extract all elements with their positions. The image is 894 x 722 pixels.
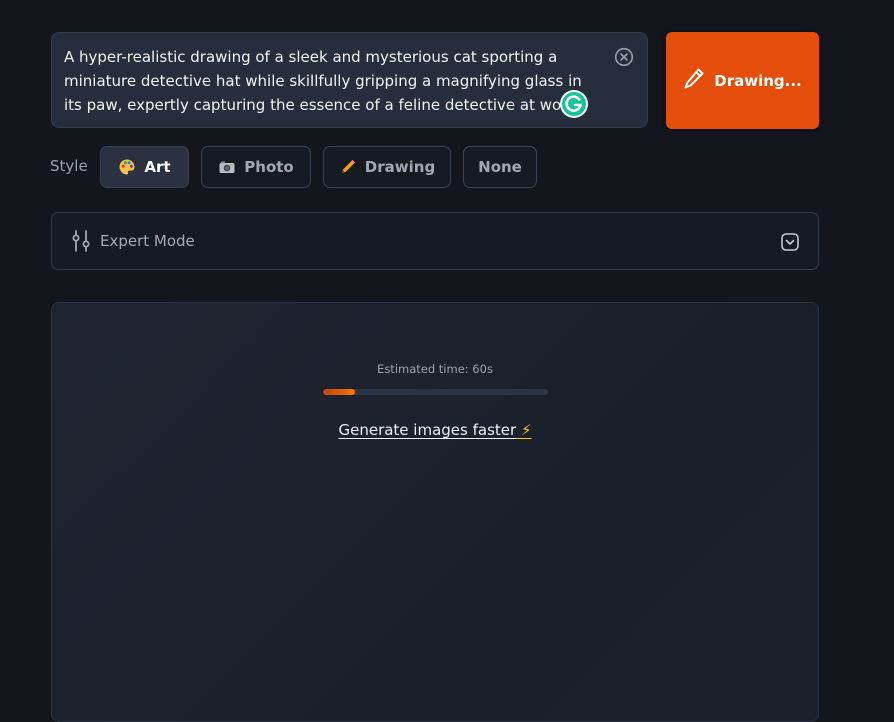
style-option-drawing[interactable]: Drawing bbox=[323, 146, 451, 188]
style-option-label: Photo bbox=[244, 158, 294, 176]
chevron-down-icon[interactable] bbox=[780, 232, 800, 252]
sliders-icon bbox=[71, 230, 91, 252]
progress-bar bbox=[323, 389, 548, 395]
style-option-label: None bbox=[478, 158, 522, 176]
expert-mode-toggle[interactable]: Expert Mode bbox=[51, 212, 819, 270]
palette-icon bbox=[118, 158, 136, 176]
camera-icon bbox=[218, 158, 236, 176]
pencil-icon bbox=[683, 67, 705, 95]
circle-x-icon[interactable] bbox=[614, 47, 634, 67]
style-option-label: Art bbox=[144, 158, 171, 176]
lightning-icon: ⚡ bbox=[516, 421, 532, 439]
pencil-icon bbox=[339, 158, 357, 176]
generate-button-label: Drawing... bbox=[714, 71, 802, 90]
style-label: Style bbox=[50, 157, 88, 175]
style-option-label: Drawing bbox=[364, 158, 436, 176]
image-output-panel: Estimated time: 60s Generate images fast… bbox=[51, 302, 819, 722]
style-option-art[interactable]: Art bbox=[100, 146, 189, 188]
prompt-input[interactable]: A hyper-realistic drawing of a sleek and… bbox=[51, 32, 648, 128]
generate-faster-label: Generate images faster bbox=[338, 421, 517, 439]
progress-fill bbox=[323, 389, 355, 395]
expert-mode-label: Expert Mode bbox=[100, 232, 195, 250]
estimated-time: Estimated time: 60s bbox=[377, 362, 493, 376]
grammarly-icon[interactable] bbox=[559, 89, 589, 119]
generate-faster-link[interactable]: Generate images faster ⚡ bbox=[52, 421, 818, 439]
style-option-none[interactable]: None bbox=[463, 146, 537, 188]
generate-button[interactable]: Drawing... bbox=[666, 32, 819, 129]
style-option-photo[interactable]: Photo bbox=[201, 146, 311, 188]
prompt-text[interactable]: A hyper-realistic drawing of a sleek and… bbox=[64, 45, 584, 117]
